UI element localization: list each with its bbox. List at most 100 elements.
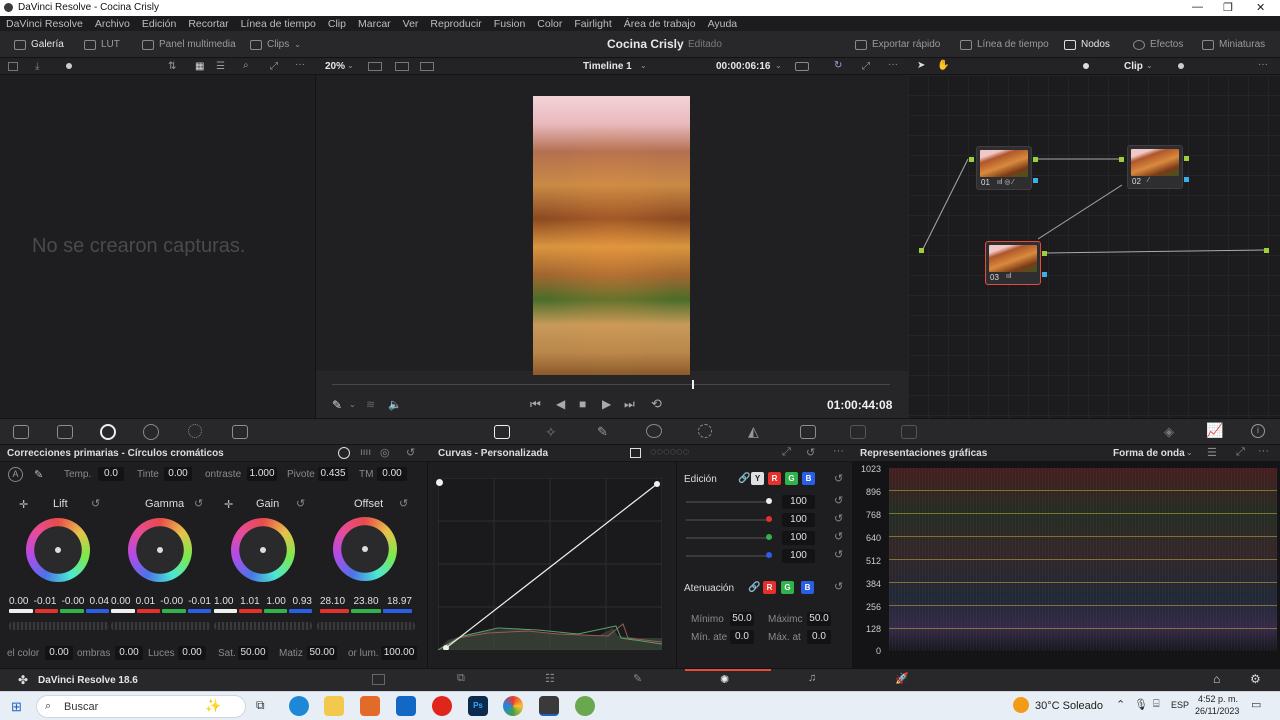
offset-master-wheel[interactable] bbox=[317, 622, 415, 630]
temp-field[interactable]: 0.0 bbox=[98, 467, 124, 481]
highlights-field[interactable]: 0.00 bbox=[178, 646, 206, 660]
sizing-icon[interactable] bbox=[901, 425, 917, 439]
play-reverse-icon[interactable]: ◀ bbox=[556, 397, 565, 411]
close-icon[interactable]: ✕ bbox=[1256, 1, 1265, 14]
link-icon[interactable]: 🔗 bbox=[738, 473, 750, 484]
download-icon[interactable]: ⤓ bbox=[35, 61, 39, 72]
auto-balance-icon[interactable]: A bbox=[8, 467, 23, 482]
color-picker-icon[interactable]: ✎ bbox=[332, 398, 342, 412]
key-icon[interactable] bbox=[850, 425, 866, 439]
hand-icon[interactable]: ✋ bbox=[937, 60, 949, 71]
camera-raw-icon[interactable] bbox=[13, 425, 29, 439]
scope-mode-selector[interactable]: Forma de onda bbox=[1113, 448, 1185, 459]
notification-icon[interactable]: ▭ bbox=[1251, 698, 1261, 711]
color-warper-icon[interactable]: ✧ bbox=[545, 424, 557, 441]
qualifier-icon[interactable]: ✎ bbox=[597, 424, 608, 440]
viewer-canvas[interactable] bbox=[316, 75, 908, 375]
gain-master-wheel[interactable] bbox=[214, 622, 312, 630]
color-boost-field[interactable]: 0.00 bbox=[45, 646, 73, 660]
maximize-icon[interactable]: ❐ bbox=[1223, 1, 1233, 14]
more-icon[interactable]: ··· bbox=[833, 445, 844, 457]
opera-icon[interactable] bbox=[432, 696, 452, 716]
grid-view-icon[interactable]: ▦ bbox=[195, 61, 204, 72]
display-icon[interactable] bbox=[795, 62, 809, 71]
media-page-icon[interactable] bbox=[372, 674, 385, 685]
loop-icon[interactable]: ↻ bbox=[834, 60, 842, 71]
app-icon[interactable] bbox=[575, 696, 595, 716]
shadows-field[interactable]: 0.00 bbox=[115, 646, 143, 660]
rgb-mixer-icon[interactable] bbox=[188, 424, 202, 438]
node-01[interactable]: 01 ııl ◎ ⁄ bbox=[976, 146, 1032, 190]
menu-item-fusion[interactable]: Fusion bbox=[494, 18, 526, 30]
deliver-page-icon[interactable]: 🚀 bbox=[895, 672, 909, 685]
list-view-icon[interactable]: ☰ bbox=[216, 61, 225, 72]
gear-icon[interactable]: ⚙ bbox=[1250, 672, 1261, 686]
crosshair-icon[interactable]: ✛ bbox=[19, 498, 28, 511]
chrome-icon[interactable] bbox=[503, 696, 523, 716]
channel-r-button[interactable]: R bbox=[768, 472, 781, 485]
menu-item-help[interactable]: Ayuda bbox=[708, 18, 738, 30]
volume-icon[interactable]: 🔈 bbox=[388, 398, 402, 411]
zoom-level[interactable]: 20% bbox=[325, 61, 345, 72]
more-icon[interactable]: ··· bbox=[888, 59, 898, 70]
skip-forward-icon[interactable]: ⏭ bbox=[624, 397, 635, 412]
cut-page-icon[interactable]: ⧉ bbox=[457, 672, 465, 685]
color-wheels-icon[interactable] bbox=[100, 424, 116, 440]
chevron-up-icon[interactable]: ⌃ bbox=[1116, 698, 1125, 711]
y-intensity-slider[interactable] bbox=[686, 501, 772, 503]
menu-item-playback[interactable]: Reproducir bbox=[430, 18, 481, 30]
link-icon[interactable]: 🔗 bbox=[748, 582, 760, 593]
edit-page-icon[interactable]: ☷ bbox=[545, 672, 555, 685]
timeline-button[interactable]: Línea de tiempo bbox=[960, 39, 1049, 50]
wipe-icon[interactable] bbox=[395, 62, 409, 71]
picker-icon[interactable]: ✎ bbox=[34, 468, 43, 481]
effects-button[interactable]: Efectos bbox=[1133, 39, 1183, 50]
wheels-mode-icon[interactable] bbox=[338, 447, 350, 459]
pivot-field[interactable]: 0.435 bbox=[318, 467, 348, 481]
crosshair-icon[interactable]: ✛ bbox=[224, 498, 233, 511]
scopes-icon[interactable]: 📈 bbox=[1206, 422, 1223, 439]
photoshop-icon[interactable]: Ps bbox=[468, 696, 488, 716]
r-intensity-field[interactable]: 100 bbox=[782, 513, 815, 527]
reset-icon[interactable]: ↺ bbox=[834, 580, 843, 593]
node-zoom-slider[interactable] bbox=[1178, 63, 1184, 69]
y-intensity-field[interactable]: 100 bbox=[782, 495, 815, 509]
menu-item-fairlight[interactable]: Fairlight bbox=[574, 18, 611, 30]
fusion-page-icon[interactable]: ✎ bbox=[633, 672, 642, 685]
chevron-down-icon[interactable]: ⌄ bbox=[349, 400, 356, 409]
chevron-down-icon[interactable]: ⌄ bbox=[775, 61, 782, 70]
max-field[interactable]: 50.0 bbox=[807, 612, 831, 626]
fairlight-page-icon[interactable]: ♫ bbox=[808, 672, 816, 684]
menu-item-trim[interactable]: Recortar bbox=[188, 18, 228, 30]
gamma-master-wheel[interactable] bbox=[111, 622, 211, 630]
node-zoom-dot[interactable] bbox=[1083, 63, 1089, 69]
clips-button[interactable]: Clips ⌄ bbox=[250, 39, 301, 50]
fullscreen-icon[interactable]: ⤢ bbox=[1236, 446, 1245, 459]
tm-field[interactable]: 0.00 bbox=[377, 467, 407, 481]
saturation-field[interactable]: 50.00 bbox=[238, 646, 268, 660]
home-icon[interactable]: ⌂ bbox=[1213, 672, 1220, 686]
reset-icon[interactable]: ↺ bbox=[834, 548, 843, 561]
windows-start-icon[interactable]: ⊞ bbox=[11, 699, 22, 715]
menu-item-workspace[interactable]: Área de trabajo bbox=[624, 18, 696, 30]
menu-item-file[interactable]: Archivo bbox=[95, 18, 130, 30]
viewer-mode-icon[interactable] bbox=[368, 62, 382, 71]
contrast-field[interactable]: 1.000 bbox=[247, 467, 277, 481]
minimize-icon[interactable]: — bbox=[1192, 1, 1203, 13]
chevron-down-icon[interactable]: ⌄ bbox=[347, 61, 354, 70]
node-02[interactable]: 02 ⁄ bbox=[1127, 145, 1183, 189]
language-indicator[interactable]: ESP bbox=[1171, 700, 1189, 710]
stop-icon[interactable]: ■ bbox=[579, 397, 586, 411]
b-intensity-slider[interactable] bbox=[686, 555, 772, 557]
chevron-down-icon[interactable]: ⌄ bbox=[1186, 448, 1193, 457]
curve-start-handle[interactable] bbox=[436, 479, 443, 486]
channel-b-button[interactable]: B bbox=[802, 472, 815, 485]
input-port[interactable] bbox=[919, 248, 924, 253]
davinci-taskbar-icon[interactable] bbox=[539, 696, 559, 716]
clock-time[interactable]: 4:52 p. m. bbox=[1198, 694, 1238, 704]
menu-item-mark[interactable]: Marcar bbox=[358, 18, 391, 30]
microphone-icon[interactable]: 🎙 bbox=[1134, 698, 1148, 711]
more-icon[interactable]: ··· bbox=[295, 59, 305, 70]
thumbnails-button[interactable]: Miniaturas bbox=[1202, 39, 1265, 50]
weather-text[interactable]: 30°C Soleado bbox=[1035, 700, 1103, 712]
